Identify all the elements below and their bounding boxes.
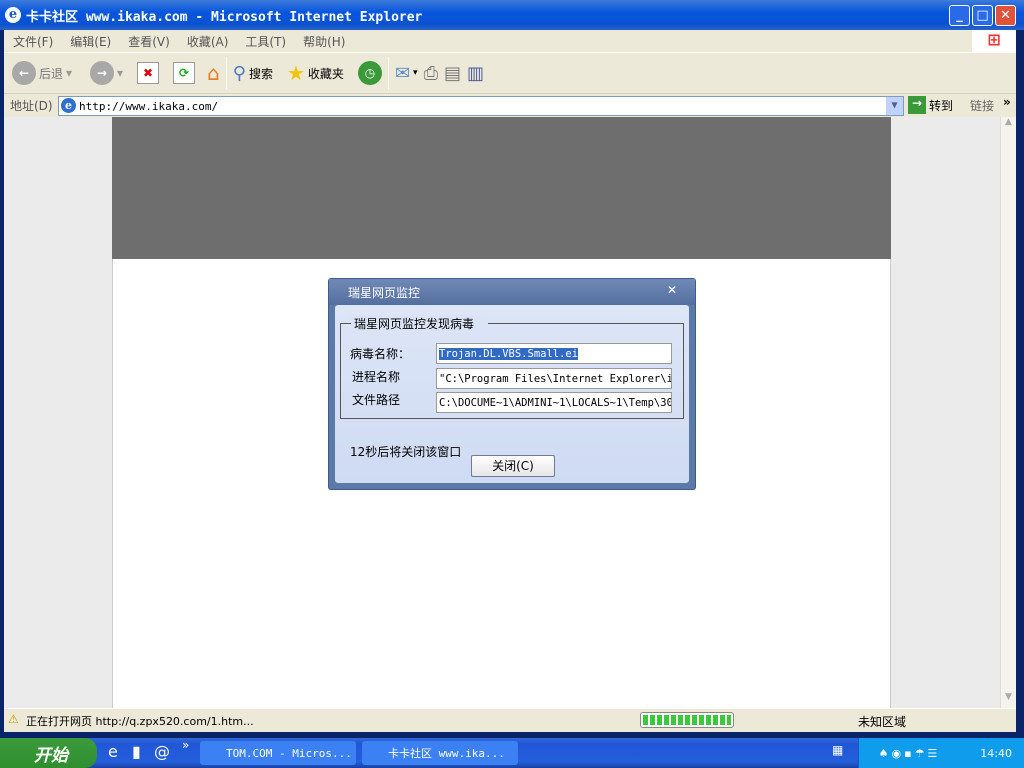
minimize-button[interactable]: _ bbox=[949, 5, 970, 26]
stop-button[interactable]: ✖ bbox=[137, 62, 160, 84]
start-label: 开始 bbox=[34, 745, 68, 766]
maximize-button[interactable]: □ bbox=[972, 5, 993, 26]
links-button[interactable]: 链接 bbox=[970, 97, 994, 114]
quicklaunch-chevron[interactable]: » bbox=[182, 738, 189, 752]
address-bar: 地址(D) e http://www.ikaka.com/ ▼ → 转到 链接 » bbox=[4, 93, 1016, 117]
go-label: 转到 bbox=[929, 98, 954, 113]
forward-arrow-icon: → bbox=[90, 61, 115, 85]
quicklaunch-ie-icon[interactable]: e bbox=[108, 742, 118, 761]
forward-button[interactable]: → ▾ bbox=[90, 61, 123, 85]
window-title: 卡卡社区 www.ikaka.com - Microsoft Internet … bbox=[26, 9, 423, 25]
dialog-body: 瑞星网页监控发现病毒 病毒名称： Trojan.DL.VBS.Small.ei … bbox=[335, 305, 689, 483]
quicklaunch-browser-icon[interactable]: @ bbox=[154, 742, 170, 761]
windows-logo-icon: ⊞ bbox=[972, 30, 1016, 52]
scroll-down-icon[interactable]: ▼ bbox=[1001, 692, 1016, 708]
menu-bar: 文件(F) 编辑(E) 查看(V) 收藏(A) 工具(T) 帮助(H) ⊞ bbox=[4, 30, 1016, 52]
edit-button[interactable]: ▤ bbox=[444, 63, 461, 84]
process-name-label: 进程名称 bbox=[352, 370, 401, 384]
close-window-button[interactable]: ✕ bbox=[995, 5, 1016, 26]
back-arrow-icon: ← bbox=[12, 61, 36, 85]
menu-edit[interactable]: 编辑(E) bbox=[70, 33, 111, 50]
scroll-up-icon[interactable]: ▲ bbox=[1001, 117, 1016, 133]
menu-file[interactable]: 文件(F) bbox=[13, 33, 53, 50]
dialog-close-button[interactable]: 关闭(C) bbox=[471, 455, 555, 477]
progress-bar bbox=[640, 712, 734, 728]
vertical-scrollbar[interactable]: ▲ ▼ bbox=[1000, 117, 1016, 708]
print-button[interactable]: ⎙ bbox=[424, 63, 438, 84]
star-icon: ★ bbox=[286, 61, 305, 85]
virus-alert-dialog: 瑞星网页监控 ✕ 瑞星网页监控发现病毒 病毒名称： Trojan.DL.VBS.… bbox=[328, 278, 696, 490]
task-label: 卡卡社区 www.ika... bbox=[388, 747, 505, 760]
address-dropdown[interactable]: ▼ bbox=[886, 97, 903, 115]
group-label: 瑞星网页监控发现病毒 bbox=[351, 315, 489, 332]
menu-favorites[interactable]: 收藏(A) bbox=[187, 33, 229, 50]
process-name-field[interactable]: "C:\Program Files\Internet Explorer\iexp… bbox=[436, 368, 672, 389]
favorites-button[interactable]: ★ 收藏夹 bbox=[287, 61, 344, 85]
dialog-close-icon[interactable]: ✕ bbox=[667, 283, 677, 297]
progress-fill bbox=[643, 715, 731, 725]
virus-name-value: Trojan.DL.VBS.Small.ei bbox=[439, 348, 579, 360]
separator bbox=[225, 57, 227, 89]
keyboard-icon[interactable]: ▦ bbox=[832, 743, 843, 757]
research-button[interactable]: ▥ bbox=[467, 63, 484, 84]
page-banner bbox=[112, 117, 891, 259]
system-tray: ♠◉▪☂☰ 14:40 bbox=[858, 738, 1024, 768]
dialog-title: 瑞星网页监控 bbox=[329, 279, 695, 305]
task-ikaka[interactable]: 卡卡社区 www.ika... bbox=[362, 741, 518, 765]
status-bar: ⚠ 正在打开网页 http://q.zpx520.com/1.htm... 未知… bbox=[4, 708, 1016, 732]
tray-icons[interactable]: ♠◉▪☂☰ bbox=[879, 747, 941, 760]
search-button[interactable]: ⚲ 搜索 bbox=[233, 63, 273, 84]
back-label: 后退 bbox=[39, 66, 64, 81]
warning-icon: ⚠ bbox=[8, 712, 19, 726]
go-button[interactable]: → 转到 bbox=[908, 96, 953, 114]
search-icon: ⚲ bbox=[232, 62, 246, 84]
quicklaunch-media-icon[interactable]: ▮ bbox=[132, 742, 141, 761]
address-input[interactable]: e http://www.ikaka.com/ ▼ bbox=[58, 96, 904, 116]
toolbar: ← 后退 ▾ → ▾ ✖ ⟳ ⌂ ⚲ 搜索 ★ 收藏夹 ◷ ✉ ▾ ⎙ ▤ ▥ bbox=[4, 52, 1016, 93]
security-zone: 未知区域 bbox=[858, 715, 907, 729]
clock: 14:40 bbox=[980, 746, 1012, 760]
file-path-label: 文件路径 bbox=[352, 393, 401, 407]
task-label: TOM.COM - Micros... bbox=[226, 746, 352, 760]
task-tom[interactable]: TOM.COM - Micros... bbox=[200, 741, 356, 765]
address-url: http://www.ikaka.com/ bbox=[79, 99, 219, 113]
virus-name-label: 病毒名称： bbox=[350, 347, 411, 361]
separator bbox=[387, 57, 389, 89]
virus-name-field[interactable]: Trojan.DL.VBS.Small.ei bbox=[436, 343, 672, 364]
address-label: 地址(D) bbox=[10, 99, 53, 113]
mail-button[interactable]: ✉ ▾ bbox=[395, 63, 418, 84]
page-icon: e bbox=[61, 98, 76, 113]
history-button[interactable]: ◷ bbox=[357, 61, 382, 85]
menu-help[interactable]: 帮助(H) bbox=[303, 33, 345, 50]
home-button[interactable]: ⌂ bbox=[207, 61, 220, 85]
go-arrow-icon: → bbox=[908, 96, 926, 114]
countdown-text: 12秒后将关闭该窗口 bbox=[350, 445, 462, 459]
menu-view[interactable]: 查看(V) bbox=[128, 33, 170, 50]
ie-icon: e bbox=[5, 7, 21, 23]
status-text: 正在打开网页 http://q.zpx520.com/1.htm... bbox=[26, 715, 254, 728]
favorites-label: 收藏夹 bbox=[307, 66, 344, 81]
back-button[interactable]: ← 后退 ▾ bbox=[12, 61, 72, 85]
start-button[interactable]: 开始 bbox=[0, 738, 97, 768]
title-bar: e 卡卡社区 www.ikaka.com - Microsoft Interne… bbox=[0, 0, 1024, 30]
links-chevron-icon[interactable]: » bbox=[1003, 95, 1011, 109]
file-path-field[interactable]: C:\DOCUME~1\ADMINI~1\LOCALS~1\Temp\3004 bbox=[436, 392, 672, 413]
refresh-button[interactable]: ⟳ bbox=[173, 62, 196, 84]
menu-tools[interactable]: 工具(T) bbox=[245, 33, 286, 50]
search-label: 搜索 bbox=[248, 66, 273, 81]
